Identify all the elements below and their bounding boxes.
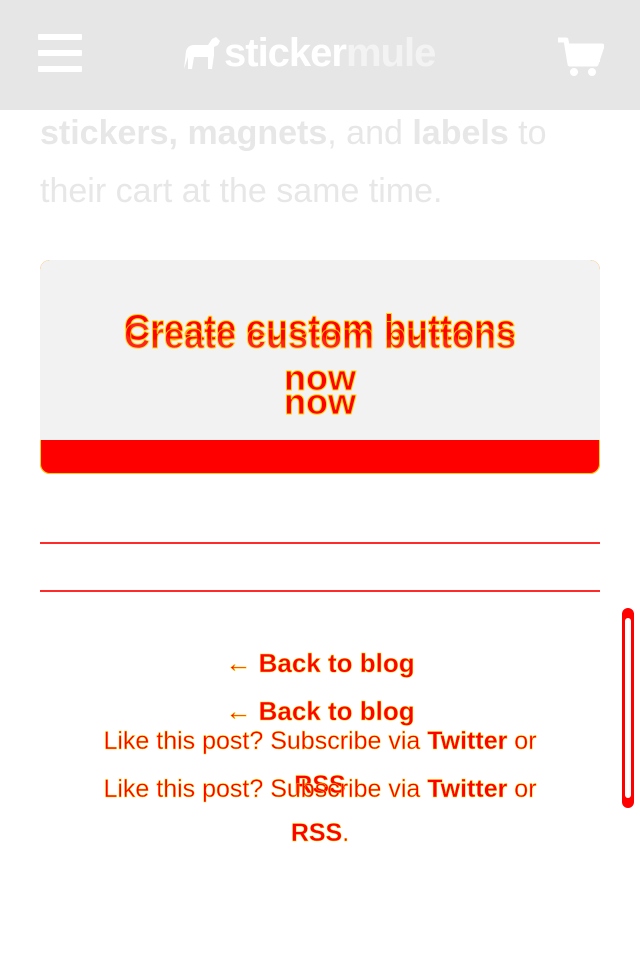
intro-middle-text: , and: [327, 114, 413, 152]
subscribe-text: Like this post? Subscribe via Twitter or: [0, 726, 640, 756]
cta-label-line1-shadow: Create custom buttons: [123, 315, 517, 356]
logo-word-mule: mule: [345, 31, 436, 75]
twitter-link-2[interactable]: Twitter: [427, 775, 507, 803]
rss-link[interactable]: RSS: [291, 819, 343, 847]
mule-icon: [184, 37, 220, 69]
menu-icon[interactable]: [38, 34, 82, 72]
scrollbar[interactable]: [622, 608, 634, 808]
rss-period: .: [342, 819, 350, 847]
intro-bold-products: stickers, magnets: [40, 114, 328, 152]
intro-paragraph: stickers, magnets, and labels to their c…: [40, 104, 610, 220]
subscribe-or: or: [507, 727, 537, 755]
subscribe-prefix-2: Like this post? Subscribe via: [103, 775, 428, 803]
logo-word-sticker: sticker: [224, 31, 347, 75]
cta-label-line2-shadow: now: [284, 381, 357, 422]
subscribe-text-duplicate: Like this post? Subscribe via Twitter or: [0, 774, 640, 804]
cart-icon[interactable]: [556, 36, 604, 78]
intro-bold-labels: labels: [412, 114, 509, 152]
subscribe-prefix: Like this post? Subscribe via: [103, 727, 428, 755]
back-to-blog-link[interactable]: ← Back to blog: [0, 648, 640, 679]
back-to-blog-link-duplicate[interactable]: ← Back to blog: [0, 696, 640, 727]
sticker-mule-logo[interactable]: sticker mule: [180, 30, 470, 76]
rss-line: RSS.: [0, 818, 640, 848]
divider-top: [40, 542, 600, 544]
twitter-link[interactable]: Twitter: [427, 727, 507, 755]
scrollbar-thumb[interactable]: [625, 618, 631, 798]
app-header: sticker mule: [0, 0, 640, 110]
subscribe-or-2: or: [507, 775, 537, 803]
divider-bottom: [40, 590, 600, 592]
